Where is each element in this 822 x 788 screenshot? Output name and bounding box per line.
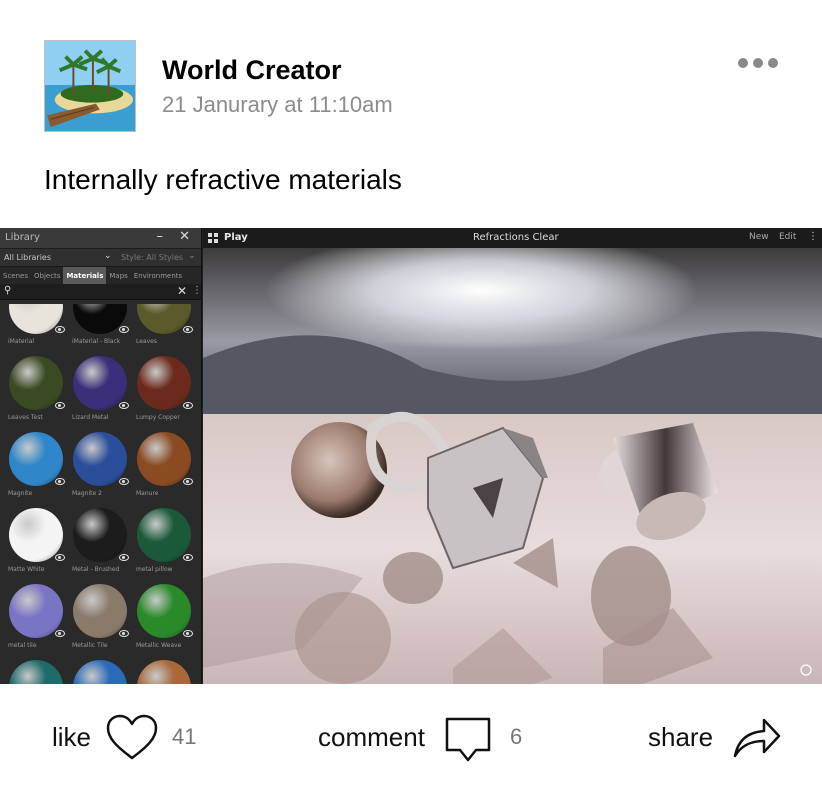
material-label: Metal - Brushed xyxy=(72,566,120,573)
library-tab-maps[interactable]: Maps xyxy=(106,267,130,284)
material-label: Lizard Metal xyxy=(72,414,109,421)
post-image[interactable]: Library – ✕ All Libraries ⌄ Style: All S… xyxy=(0,228,822,684)
library-tab-scenes[interactable]: Scenes xyxy=(0,267,31,284)
eye-icon[interactable] xyxy=(183,402,193,409)
style-filter-value[interactable]: Style: All Styles xyxy=(121,253,183,262)
render-viewport[interactable] xyxy=(203,248,822,684)
chevron-down-icon: ⌄ xyxy=(188,251,196,261)
material-tile[interactable]: Leaves xyxy=(128,304,193,346)
eye-icon[interactable] xyxy=(183,554,193,561)
material-tile[interactable]: iMaterial xyxy=(0,304,65,346)
share-arrow-icon[interactable] xyxy=(732,712,782,760)
material-label: Lumpy Copper xyxy=(136,414,180,421)
material-label: Metallic Weave xyxy=(136,642,182,649)
material-tile[interactable]: Leaves Test xyxy=(0,346,65,422)
material-preview-sphere xyxy=(137,508,191,562)
material-preview-sphere xyxy=(9,432,63,486)
library-panel: Library – ✕ All Libraries ⌄ Style: All S… xyxy=(0,228,202,684)
comment-label[interactable]: comment xyxy=(318,722,425,753)
material-preview-sphere xyxy=(137,432,191,486)
material-preview-sphere xyxy=(9,356,63,410)
material-label: Leaves xyxy=(136,338,157,345)
post-text: Internally refractive materials xyxy=(44,164,402,195)
material-tile[interactable]: Lumpy Copper xyxy=(128,346,193,422)
material-tile[interactable]: Metallic Weave xyxy=(128,574,193,650)
material-preview-sphere xyxy=(73,584,127,638)
material-preview-sphere xyxy=(137,356,191,410)
library-titlebar: Library – ✕ xyxy=(0,228,201,248)
eye-icon[interactable] xyxy=(183,478,193,485)
play-button[interactable]: Play xyxy=(224,232,248,243)
material-tile[interactable]: metal pillow xyxy=(128,498,193,574)
material-label: Leaves Test xyxy=(8,414,43,421)
comment-count: 6 xyxy=(510,724,523,749)
material-preview-sphere xyxy=(9,584,63,638)
more-options-button[interactable] xyxy=(734,50,782,76)
material-preview-sphere xyxy=(9,660,63,684)
material-tile[interactable]: Manure xyxy=(128,422,193,498)
kebab-icon[interactable]: ⋮ xyxy=(192,285,202,296)
grid-icon[interactable] xyxy=(208,233,218,243)
like-count: 41 xyxy=(172,724,197,749)
library-tab-objects[interactable]: Objects xyxy=(31,267,63,284)
library-tab-environments[interactable]: Environments xyxy=(131,267,185,284)
material-label: Magnite xyxy=(8,490,33,497)
author-avatar[interactable] xyxy=(44,40,136,132)
edit-button[interactable]: Edit xyxy=(779,232,796,242)
material-label: Matte White xyxy=(8,566,45,573)
library-filter[interactable]: All Libraries ⌄ Style: All Styles ⌄ xyxy=(0,248,201,266)
comment-bubble-icon[interactable] xyxy=(444,716,492,764)
material-preview-sphere xyxy=(73,508,127,562)
material-tile[interactable]: metal tile xyxy=(0,574,65,650)
material-label: metal pillow xyxy=(136,566,173,573)
material-tile[interactable]: Matte White xyxy=(0,498,65,574)
material-tile[interactable]: Metallic Tile xyxy=(64,574,129,650)
rendered-scene xyxy=(203,248,822,684)
eye-icon[interactable] xyxy=(183,326,193,333)
materials-grid: iMaterial iMaterial - Black Leaves Leaves T… xyxy=(0,304,202,684)
author-name[interactable]: World Creator xyxy=(162,55,342,86)
more-dots-icon xyxy=(738,58,748,68)
material-label: iMaterial xyxy=(8,338,35,345)
material-preview-sphere xyxy=(73,356,127,410)
material-tile[interactable] xyxy=(128,650,192,684)
island-avatar xyxy=(45,41,135,131)
material-tile[interactable]: iMaterial - Black xyxy=(64,304,129,346)
chevron-down-icon: ⌄ xyxy=(104,251,112,261)
material-tile[interactable] xyxy=(64,650,128,684)
material-label: iMaterial - Black xyxy=(72,338,121,345)
material-preview-sphere xyxy=(73,660,127,684)
like-label[interactable]: like xyxy=(52,722,91,753)
material-preview-sphere xyxy=(73,432,127,486)
material-tile[interactable]: Magnite 2 xyxy=(64,422,129,498)
material-preview-sphere xyxy=(137,584,191,638)
material-label: Magnite 2 xyxy=(72,490,102,497)
heart-icon[interactable] xyxy=(106,714,158,760)
library-filter-value: All Libraries xyxy=(4,253,52,262)
share-label[interactable]: share xyxy=(648,722,713,753)
search-icon: ⚲ xyxy=(4,285,12,296)
material-label: Manure xyxy=(136,490,159,497)
library-search[interactable]: ⚲ ✕ ⋮ xyxy=(0,284,202,300)
material-tile[interactable] xyxy=(0,650,64,684)
viewport-title: Refractions Clear xyxy=(473,232,559,243)
material-tile[interactable]: Magnite xyxy=(0,422,65,498)
viewport-menu-icon[interactable]: ⋮ xyxy=(808,231,818,242)
window-controls[interactable]: – ✕ xyxy=(156,229,196,244)
post-timestamp: 21 Janurary at 11:10am xyxy=(162,92,393,117)
material-label: Metallic Tile xyxy=(72,642,108,649)
library-tab-materials[interactable]: Materials xyxy=(63,267,107,284)
material-tile[interactable]: Lizard Metal xyxy=(64,346,129,422)
material-label: metal tile xyxy=(8,642,37,649)
new-button[interactable]: New xyxy=(749,232,769,242)
eye-icon[interactable] xyxy=(183,630,193,637)
material-tile[interactable]: Metal - Brushed xyxy=(64,498,129,574)
library-tabs: Scenes Objects Materials Maps Environments xyxy=(0,266,201,284)
close-icon[interactable]: ✕ xyxy=(177,284,187,298)
library-title: Library xyxy=(5,232,40,243)
viewport-toolbar: Play Refractions Clear New Edit ⋮ xyxy=(203,228,822,248)
material-preview-sphere xyxy=(137,660,191,684)
material-preview-sphere xyxy=(9,508,63,562)
